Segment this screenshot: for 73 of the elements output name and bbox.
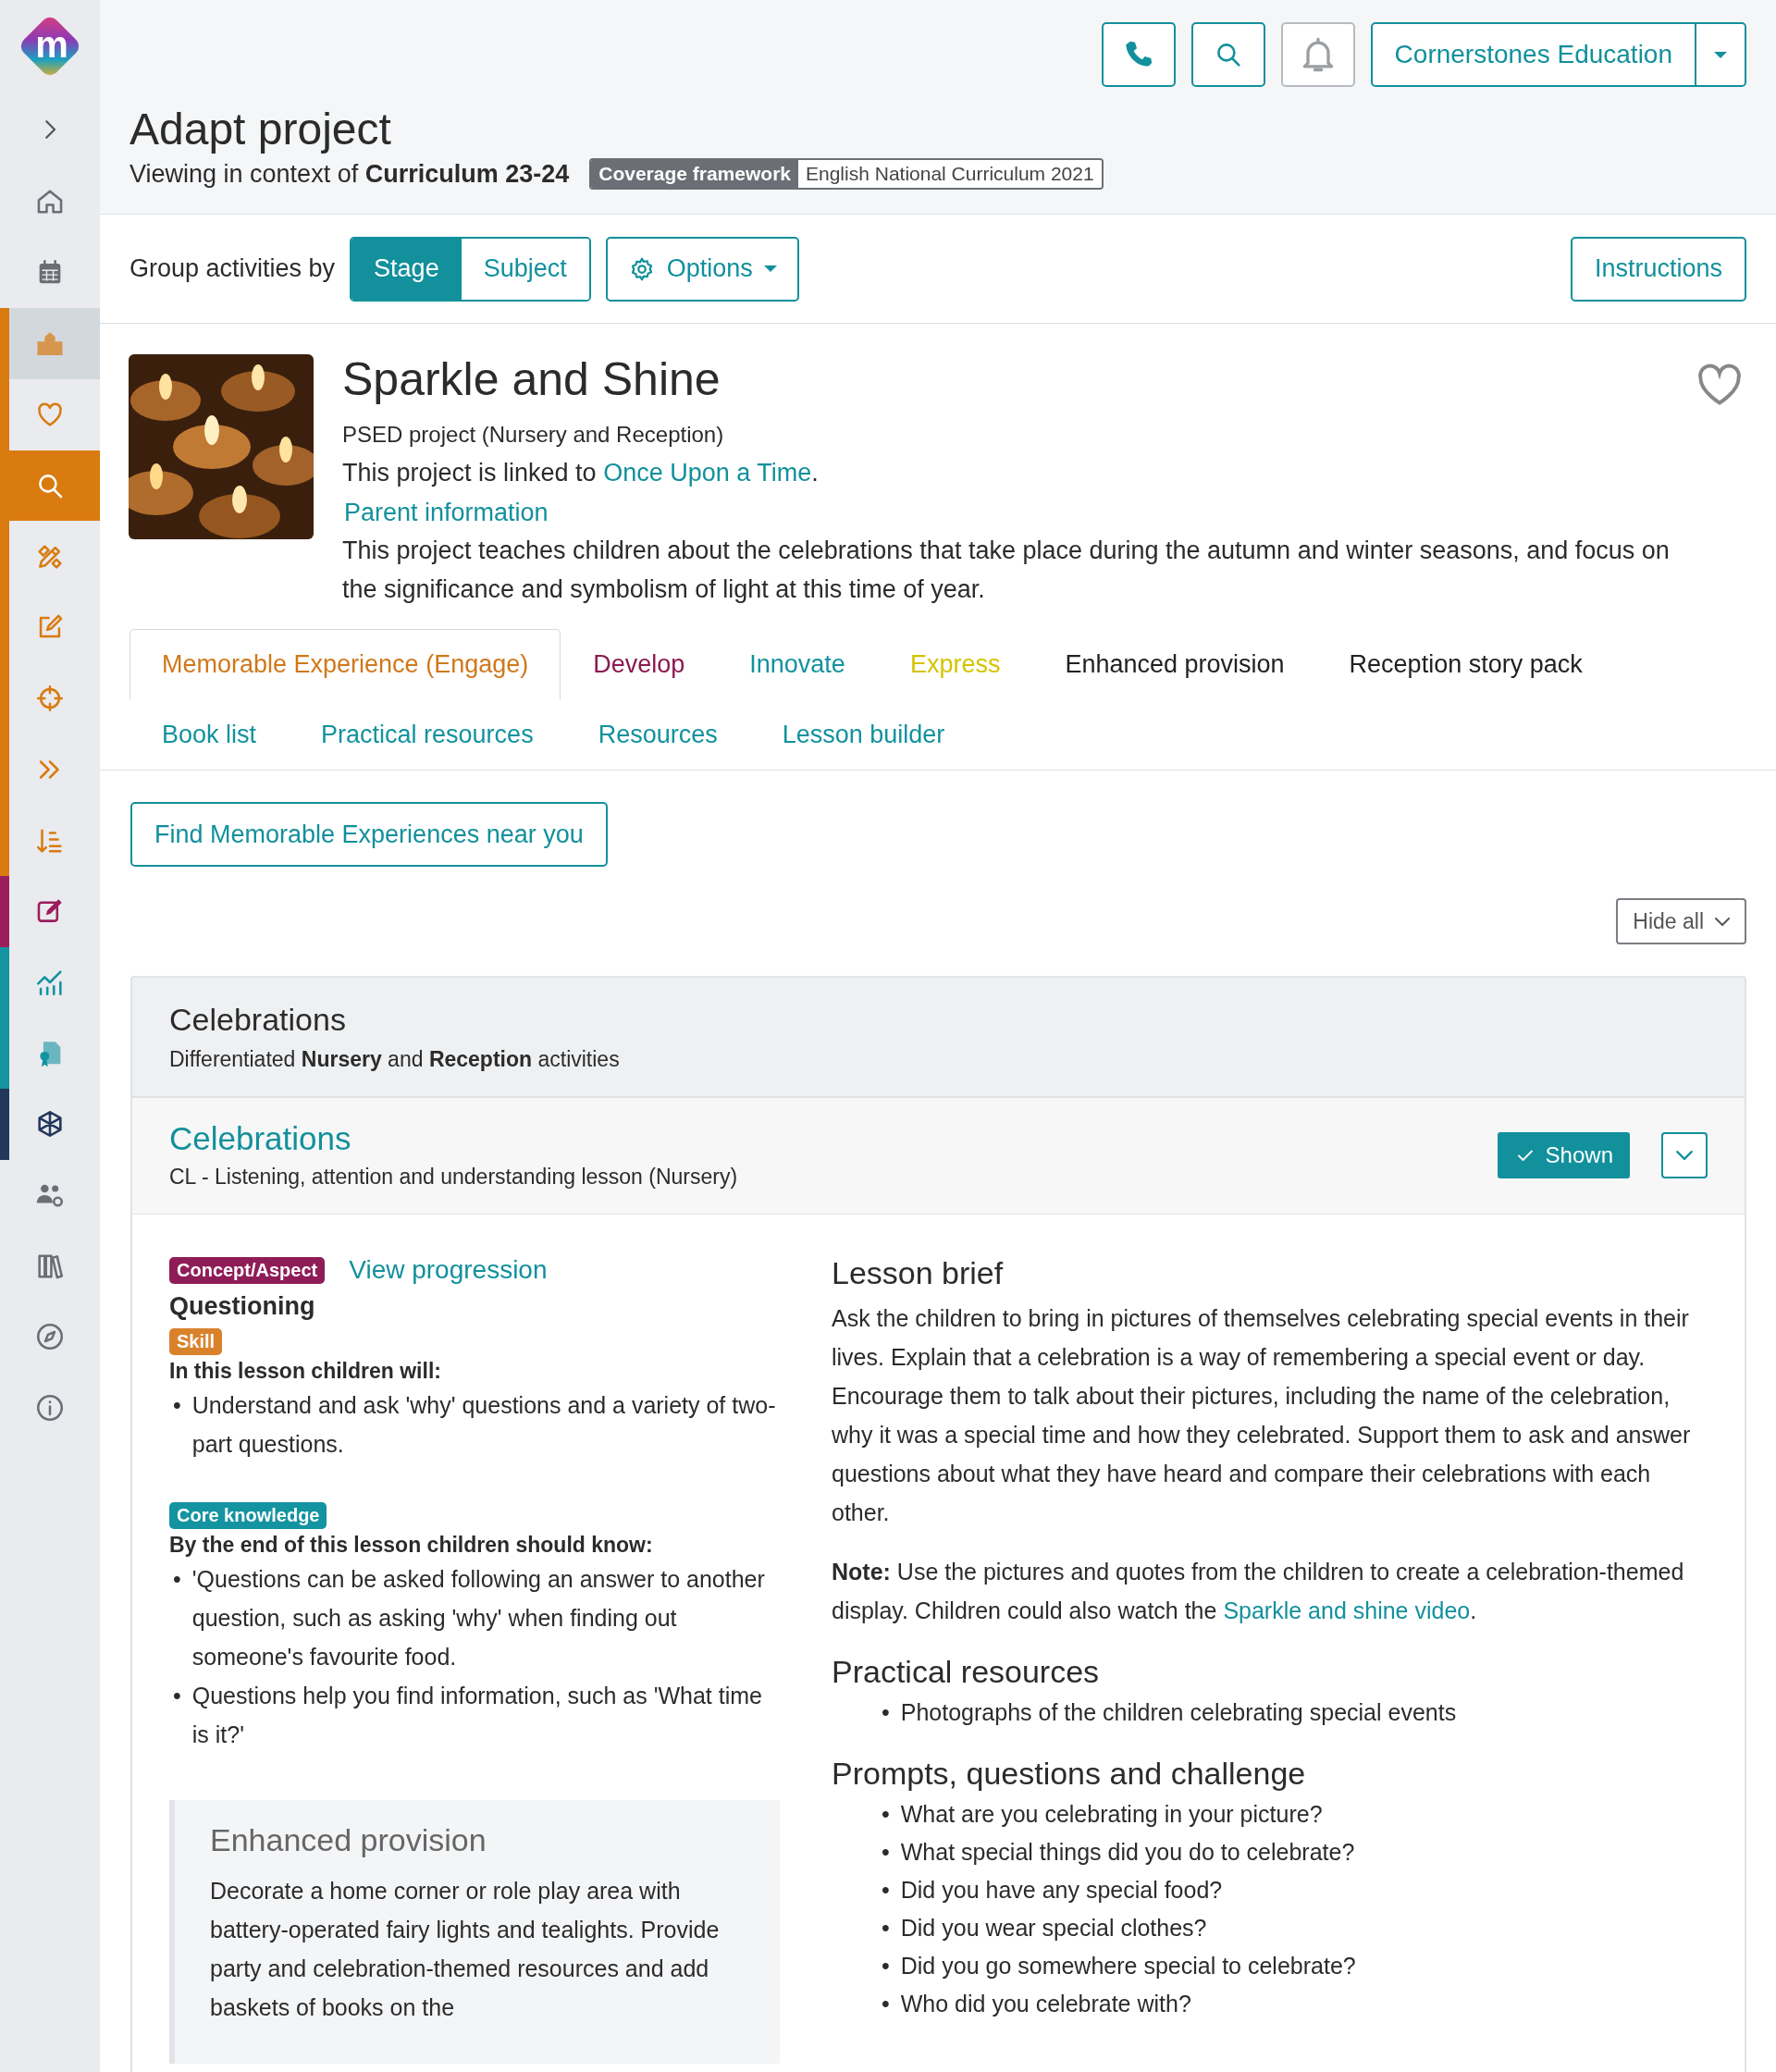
tab[interactable]: Innovate <box>717 629 878 700</box>
bullet: • <box>882 1914 890 1943</box>
instructions-button[interactable]: Instructions <box>1570 236 1746 302</box>
options-button[interactable]: Options <box>605 236 799 302</box>
search-button[interactable] <box>1190 22 1265 87</box>
shown-toggle[interactable]: Shown <box>1497 1131 1630 1178</box>
objective-intro: By the end of this lesson children should know: <box>169 1533 654 1559</box>
framework-tag: Coverage framework English National Curriculum 2021 <box>589 158 1104 191</box>
list-item: Did you wear special clothes? <box>900 1914 1208 1943</box>
list-item: What are you celebrating in your picture? <box>900 1800 1324 1830</box>
group-option[interactable]: Stage <box>352 238 462 300</box>
bullet: • <box>882 1838 890 1868</box>
bullet: • <box>882 1800 890 1830</box>
knowledge-tag: Core knowledge <box>169 1502 327 1530</box>
group-by-label: Group activities by <box>130 254 336 284</box>
list-item: Did you go somewhere special to celebrate? <box>900 1952 1357 1981</box>
lesson-brief-title: Lesson brief <box>832 1255 1005 1292</box>
project-link[interactable]: Once Upon a Time <box>603 459 812 487</box>
page-title: Adapt project <box>130 104 392 155</box>
bullet: • <box>882 1990 890 2019</box>
group-subtitle: Differentiated Nursery and Reception activities <box>169 1047 621 1073</box>
list-item: Questions help you find information, such as 'What time is it?' <box>191 1682 763 1750</box>
bullet: • <box>173 1682 181 1711</box>
list-item: Who did you celebrate with? <box>900 1990 1192 2019</box>
find-experiences-button[interactable]: Find Memorable Experiences near you <box>130 802 608 868</box>
lesson-title: Celebrations <box>169 1120 352 1158</box>
concept-tag: Concept/Aspect <box>169 1256 326 1284</box>
list-item: Photographs of the children celebrating special events <box>900 1698 1458 1728</box>
list-item: 'Questions can be asked following an answer to another question, such as asking 'why' when finding out someone's favourite food. <box>191 1565 766 1672</box>
tab[interactable]: Memorable Experience (Engage) <box>130 629 561 700</box>
view-progression-link[interactable]: View progression <box>349 1255 548 1286</box>
bullet: • <box>173 1565 181 1595</box>
project-title: Sparkle and Shine <box>342 354 721 406</box>
phone-button[interactable] <box>1101 22 1176 87</box>
tab[interactable]: Resources <box>565 699 750 771</box>
bullet: • <box>882 1698 890 1728</box>
lesson-brief-text: Ask the children to bring in pictures of themselves celebrating special events in their lives. Explain that a celebration is a way of remembering a special event or day. Encourage them to talk about their pictures, including the name of the celebration, why it was a special time and how they celebrated. Support them to ask and answer questions about what they have heard and compare their celebrations with each other. <box>832 1304 1692 1528</box>
objective-intro: In this lesson children will: <box>169 1359 442 1385</box>
tab[interactable]: Reception story pack <box>1316 629 1615 700</box>
group-title: Celebrations <box>169 1002 347 1039</box>
chevron-down-icon <box>1676 1150 1693 1160</box>
project-type: PSED project (Nursery and Reception) <box>342 422 725 449</box>
video-link[interactable]: Sparkle and shine video <box>1223 1597 1471 1624</box>
bullet: • <box>882 1876 890 1906</box>
note-text: Note: Use the pictures and quotes from the children to create a celebration-themed display. Children could also watch the Sparkle and shine video. <box>832 1558 1685 1626</box>
bullet: • <box>173 1391 181 1421</box>
lesson-subtitle: CL - Listening, attention and understanding lesson (Nursery) <box>169 1165 739 1190</box>
tab[interactable]: Practical resources <box>289 699 566 771</box>
account-button[interactable]: Cornerstones Education <box>1370 22 1746 87</box>
tab[interactable]: Lesson builder <box>749 699 978 771</box>
notifications-button[interactable] <box>1280 22 1355 87</box>
chevron-down-icon <box>1715 917 1730 926</box>
skill-tag: Skill <box>169 1328 223 1356</box>
expand-button[interactable] <box>1661 1131 1708 1178</box>
linked-project-text: This project is linked to Once Upon a Time. <box>342 459 820 488</box>
enhanced-provision-text: Decorate a home corner or role play area with battery-operated fairy lights and tealights. Provide party and celebration-themed resources and add baskets of books on the <box>210 1877 721 2023</box>
tab[interactable]: Enhanced provision <box>1032 629 1317 700</box>
tab[interactable]: Book list <box>130 699 290 771</box>
caret-icon <box>1714 51 1727 58</box>
list-item: Understand and ask 'why' questions and a variety of two-part questions. <box>191 1391 777 1460</box>
project-description: This project teaches children about the celebrations that take place during the autumn and winter seasons, and focus on the significance and symbolism of light at this time of year. <box>342 536 1671 606</box>
list-item: What special things did you do to celebrate? <box>900 1838 1356 1868</box>
section-heading: Practical resources <box>832 1654 1101 1691</box>
section-heading: Prompts, questions and challenge <box>832 1756 1307 1793</box>
bullet: • <box>882 1952 890 1981</box>
list-item: Did you have any special food? <box>900 1876 1224 1906</box>
enhanced-provision-title: Enhanced provision <box>210 1822 487 1859</box>
parent-information-link[interactable]: Parent information <box>344 499 549 528</box>
hide-all-button[interactable]: Hide all <box>1616 898 1746 945</box>
tab[interactable]: Develop <box>561 629 718 700</box>
caret-icon <box>763 265 777 273</box>
concept-value: Questioning <box>169 1292 316 1322</box>
context-text: Viewing in context of Curriculum 23-24 <box>130 159 570 189</box>
